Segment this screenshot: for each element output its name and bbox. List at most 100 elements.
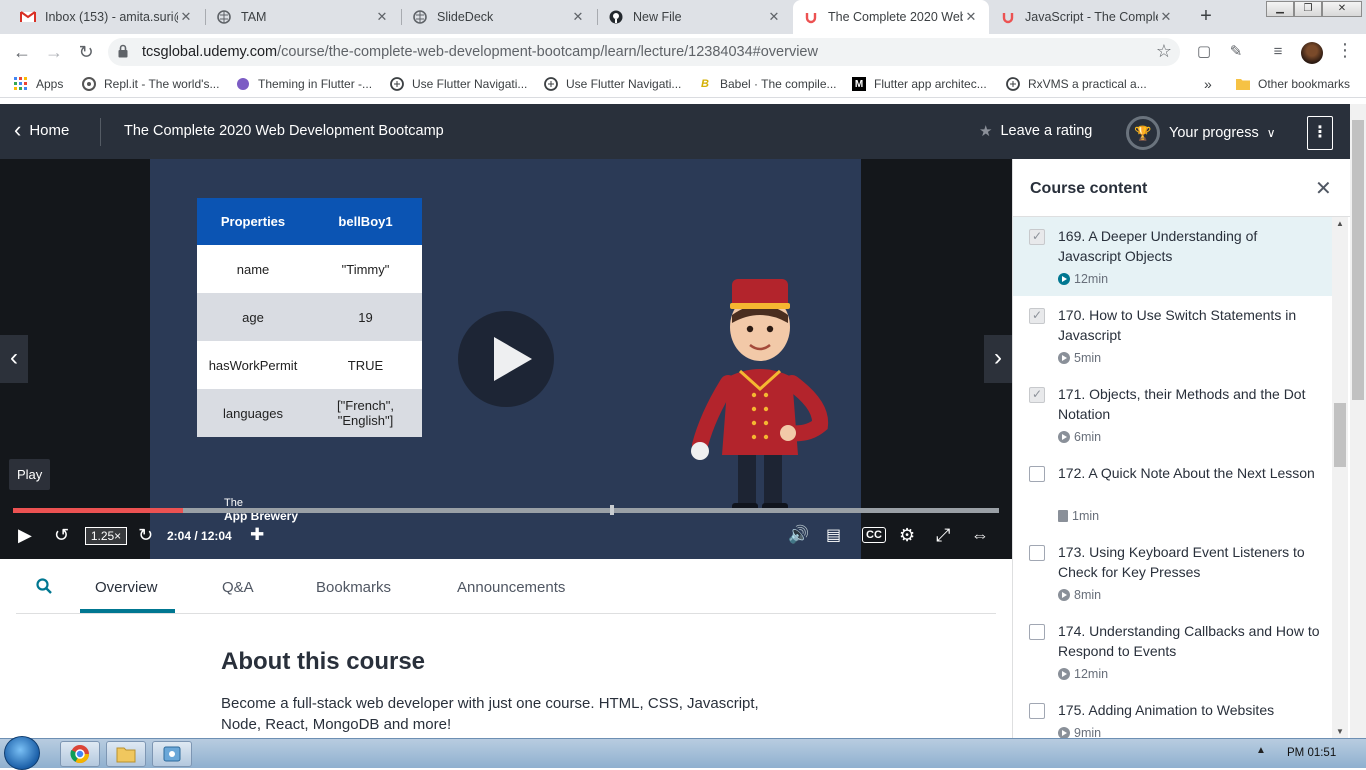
next-lecture-button[interactable]: › [984, 335, 1012, 383]
table-header-bellboy1: bellBoy1 [309, 198, 422, 245]
browser-tab-strip: Inbox (153) - amita.suri@ ✕ TAM ✕ SlideD… [0, 0, 1366, 34]
previous-lecture-button[interactable]: ‹ [0, 335, 28, 383]
lecture-item[interactable]: 173. Using Keyboard Event Listeners to C… [1013, 533, 1333, 612]
browser-tab-slidedeck[interactable]: SlideDeck ✕ [402, 0, 596, 34]
theatre-mode-icon[interactable]: ⇔ [971, 525, 989, 546]
scroll-down-arrow-icon[interactable]: ▼ [1336, 727, 1344, 736]
play-overlay-button[interactable] [458, 311, 554, 407]
your-progress-button[interactable]: 🏆 Your progress ∨ [1126, 116, 1276, 150]
bookmark-replit[interactable]: Repl.it - The world's... [82, 75, 219, 93]
bookmark-flutter-arch[interactable]: M Flutter app architec... [852, 75, 987, 93]
browser-tab-udemy-active[interactable]: The Complete 2020 Web ✕ [793, 0, 989, 34]
close-tab-icon[interactable]: ✕ [374, 9, 390, 25]
header-divider [100, 118, 101, 146]
tab-announcements[interactable]: Announcements [457, 579, 565, 596]
bookmarks-overflow-button[interactable]: » [1204, 75, 1212, 93]
play-circle-icon [1058, 727, 1070, 738]
close-window-button[interactable]: ✕ [1322, 1, 1362, 17]
close-sidebar-icon[interactable]: ✕ [1315, 176, 1332, 201]
chrome-menu-icon[interactable]: ⋮ [1336, 40, 1354, 61]
profile-avatar[interactable] [1301, 42, 1323, 64]
bookmark-rxvms[interactable]: RxVMS a practical a... [1006, 75, 1147, 93]
theming-icon [236, 77, 250, 91]
page-scrollbar-thumb[interactable] [1352, 120, 1364, 400]
bookmark-label: Use Flutter Navigati... [566, 77, 682, 91]
taskbar-chrome[interactable] [60, 741, 100, 767]
tab-title: TAM [241, 10, 267, 24]
taskbar-explorer[interactable] [106, 741, 146, 767]
back-button[interactable]: ← [10, 40, 34, 64]
settings-gear-icon[interactable]: ⚙ [899, 525, 915, 546]
new-tab-button[interactable]: + [1194, 5, 1218, 29]
maximize-button[interactable]: ❐ [1294, 1, 1322, 17]
lecture-item[interactable]: 174. Understanding Callbacks and How to … [1013, 612, 1333, 691]
search-icon[interactable] [36, 578, 52, 594]
video-player[interactable]: Properties bellBoy1 name "Timmy" age 19 … [0, 159, 1012, 559]
bookmark-flutter-nav-1[interactable]: Use Flutter Navigati... [390, 75, 527, 93]
volume-icon[interactable]: 🔊 [788, 525, 809, 545]
reload-button[interactable]: ↻ [74, 40, 98, 64]
close-tab-icon[interactable]: ✕ [963, 9, 979, 25]
close-tab-icon[interactable]: ✕ [766, 9, 782, 25]
table-row: name "Timmy" [197, 245, 422, 293]
bookmark-label: Other bookmarks [1258, 77, 1351, 91]
forward-icon[interactable]: ↻ [138, 525, 153, 546]
page-scrollbar[interactable] [1350, 104, 1366, 738]
add-bookmark-icon[interactable]: ✚ [250, 525, 264, 545]
lecture-title: 171. Objects, their Methods and the Dot … [1058, 386, 1306, 422]
close-tab-icon[interactable]: ✕ [1158, 9, 1174, 25]
captions-icon[interactable]: CC [862, 527, 886, 543]
tab-overview[interactable]: Overview [95, 579, 158, 596]
bookmark-theming-flutter[interactable]: Theming in Flutter -... [236, 75, 372, 93]
transcript-icon[interactable]: ▤ [826, 525, 841, 545]
active-tab-indicator [80, 609, 175, 613]
taskbar-app[interactable] [152, 741, 192, 767]
address-bar[interactable]: tcsglobal.udemy.com/course/the-complete-… [108, 38, 1180, 66]
browser-tab-tam[interactable]: TAM ✕ [206, 0, 400, 34]
tab-title: JavaScript - The Complet [1025, 10, 1158, 24]
other-bookmarks-folder[interactable]: Other bookmarks [1236, 75, 1350, 93]
eyedropper-extension-icon[interactable]: ✎ [1226, 42, 1246, 62]
bookmark-babel[interactable]: B Babel · The compile... [698, 75, 837, 93]
lecture-checkbox[interactable] [1029, 229, 1045, 245]
extension-icon[interactable]: ▢ [1194, 42, 1214, 62]
lecture-checkbox[interactable] [1029, 466, 1045, 482]
scroll-up-arrow-icon[interactable]: ▲ [1336, 219, 1344, 228]
bookmark-flutter-nav-2[interactable]: Use Flutter Navigati... [544, 75, 681, 93]
forward-button[interactable]: → [42, 40, 66, 64]
play-icon[interactable]: ▶ [18, 525, 32, 546]
lecture-item[interactable]: 170. How to Use Switch Statements in Jav… [1013, 296, 1333, 375]
reading-list-icon[interactable]: ≡ [1268, 42, 1288, 62]
lecture-checkbox[interactable] [1029, 703, 1045, 719]
start-button[interactable] [4, 736, 40, 770]
show-hidden-icons-icon[interactable]: ▲ [1256, 745, 1266, 756]
close-tab-icon[interactable]: ✕ [178, 9, 194, 25]
lecture-item[interactable]: 169. A Deeper Understanding of Javascrip… [1013, 217, 1333, 296]
more-options-button[interactable]: ⋮ [1307, 116, 1333, 150]
rewind-icon[interactable]: ↺ [54, 525, 69, 546]
minimize-button[interactable]: ▁ [1266, 1, 1294, 17]
browser-tab-udemy-js[interactable]: JavaScript - The Complet ✕ [990, 0, 1184, 34]
lecture-item[interactable]: 172. A Quick Note About the Next Lesson … [1013, 454, 1333, 533]
leave-rating-button[interactable]: ★ Leave a rating [979, 122, 1092, 140]
close-tab-icon[interactable]: ✕ [570, 9, 586, 25]
lecture-checkbox[interactable] [1029, 545, 1045, 561]
playback-speed-button[interactable]: 1.25× [85, 527, 127, 545]
lecture-checkbox[interactable] [1029, 387, 1045, 403]
bookmark-apps[interactable]: Apps [14, 75, 63, 93]
sidebar-scrollbar[interactable]: ▲ ▼ [1332, 217, 1348, 738]
taskbar-clock[interactable]: PM 01:51 [1287, 747, 1336, 759]
tab-bookmarks[interactable]: Bookmarks [316, 579, 391, 596]
tab-qa[interactable]: Q&A [222, 579, 254, 596]
seek-bar[interactable] [13, 505, 999, 515]
bookmark-star-icon[interactable]: ☆ [1156, 41, 1172, 62]
sidebar-scrollbar-thumb[interactable] [1334, 403, 1346, 467]
home-link[interactable]: ‹ Home [14, 119, 69, 141]
lecture-checkbox[interactable] [1029, 308, 1045, 324]
browser-tab-new-file[interactable]: New File ✕ [598, 0, 792, 34]
lecture-item[interactable]: 175. Adding Animation to Websites 9min [1013, 691, 1333, 738]
browser-tab-gmail[interactable]: Inbox (153) - amita.suri@ ✕ [10, 0, 204, 34]
lecture-checkbox[interactable] [1029, 624, 1045, 640]
lecture-item[interactable]: 171. Objects, their Methods and the Dot … [1013, 375, 1333, 454]
fullscreen-icon[interactable]: ⤢ [936, 525, 950, 546]
